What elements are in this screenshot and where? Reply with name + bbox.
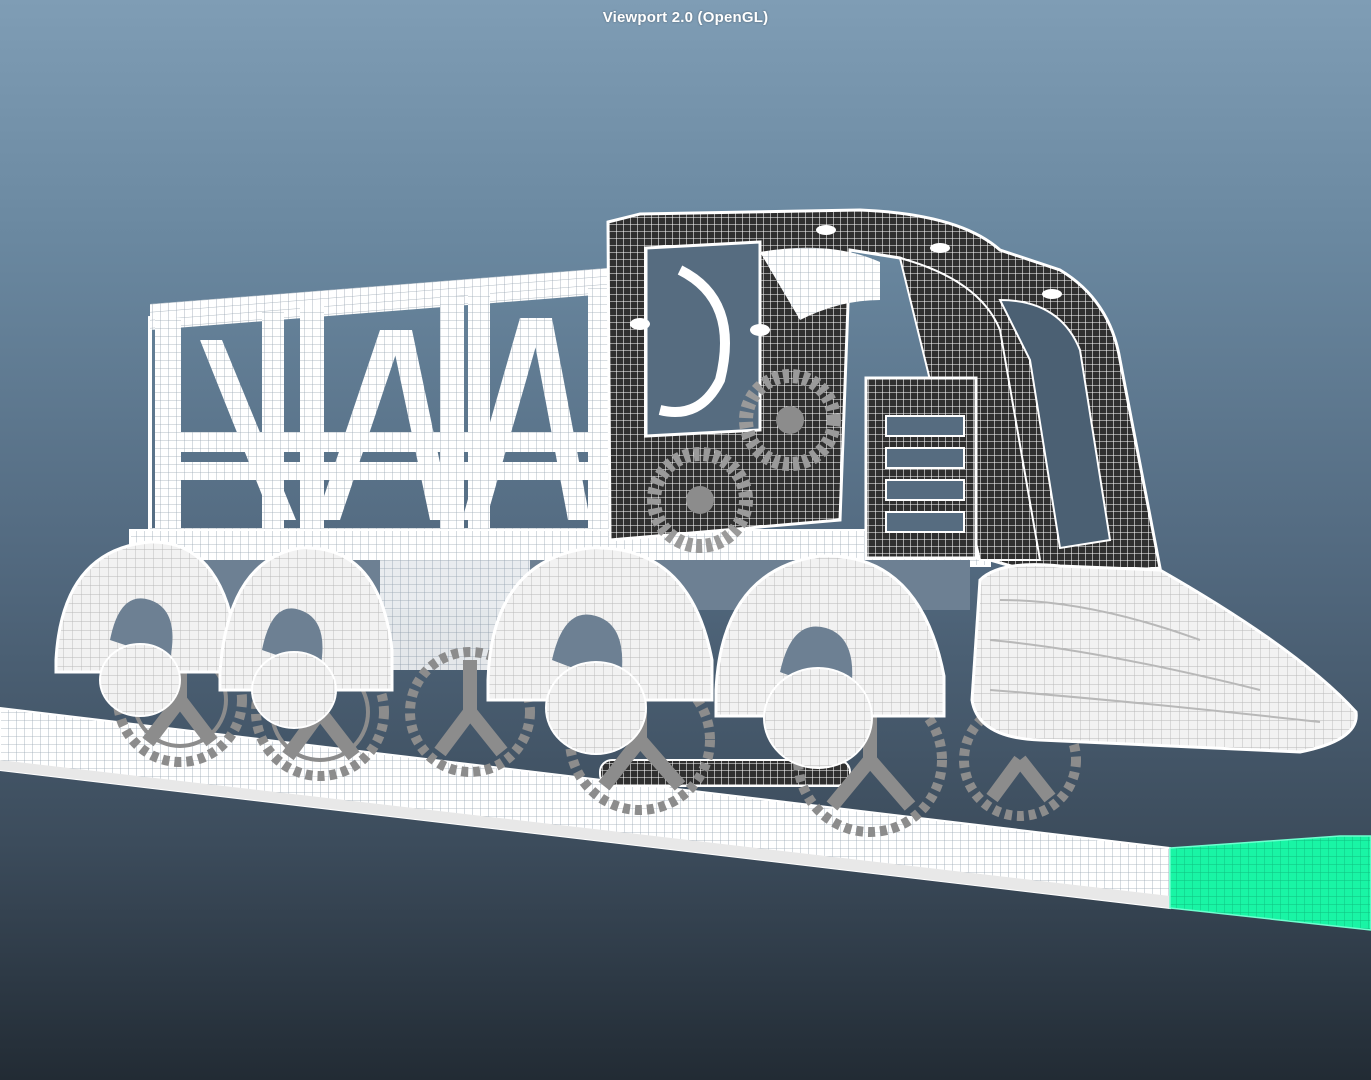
scene-canvas[interactable]	[0, 0, 1371, 1080]
maya-viewport[interactable]: Viewport 2.0 (OpenGL)	[0, 0, 1371, 1080]
track-end-segment-selected	[1169, 835, 1371, 931]
cab[interactable]	[606, 208, 1162, 582]
cargo-cage[interactable]	[148, 267, 615, 563]
wheel-cover-1	[54, 540, 238, 717]
front-nose[interactable]	[970, 563, 1358, 754]
